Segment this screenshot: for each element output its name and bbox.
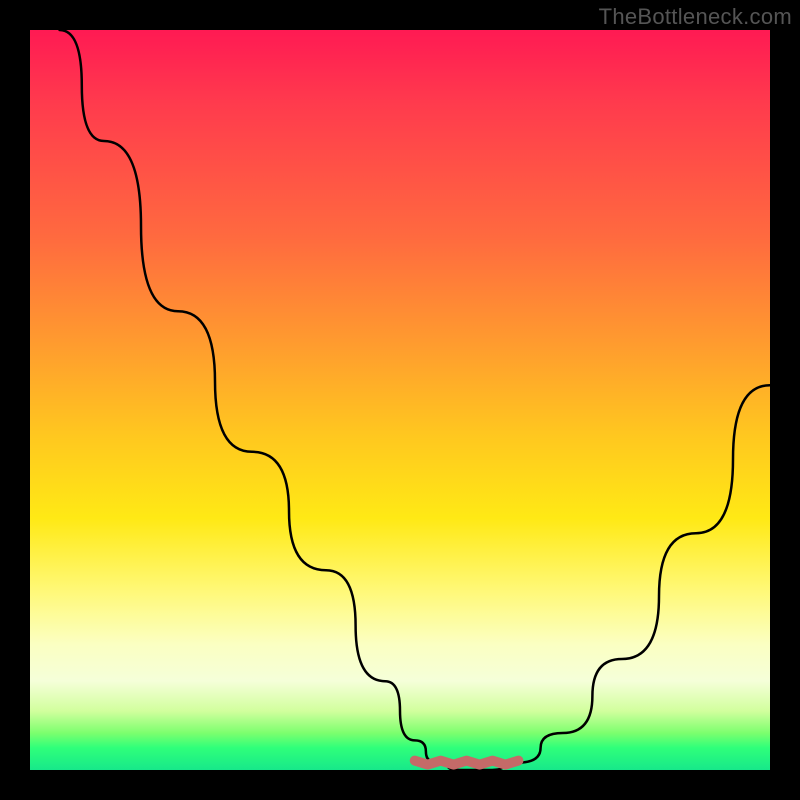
main-curve <box>60 30 770 770</box>
curve-svg <box>30 30 770 770</box>
plot-area <box>30 30 770 770</box>
flat-highlight <box>415 761 519 765</box>
chart-frame: TheBottleneck.com <box>0 0 800 800</box>
watermark-text: TheBottleneck.com <box>599 4 792 30</box>
